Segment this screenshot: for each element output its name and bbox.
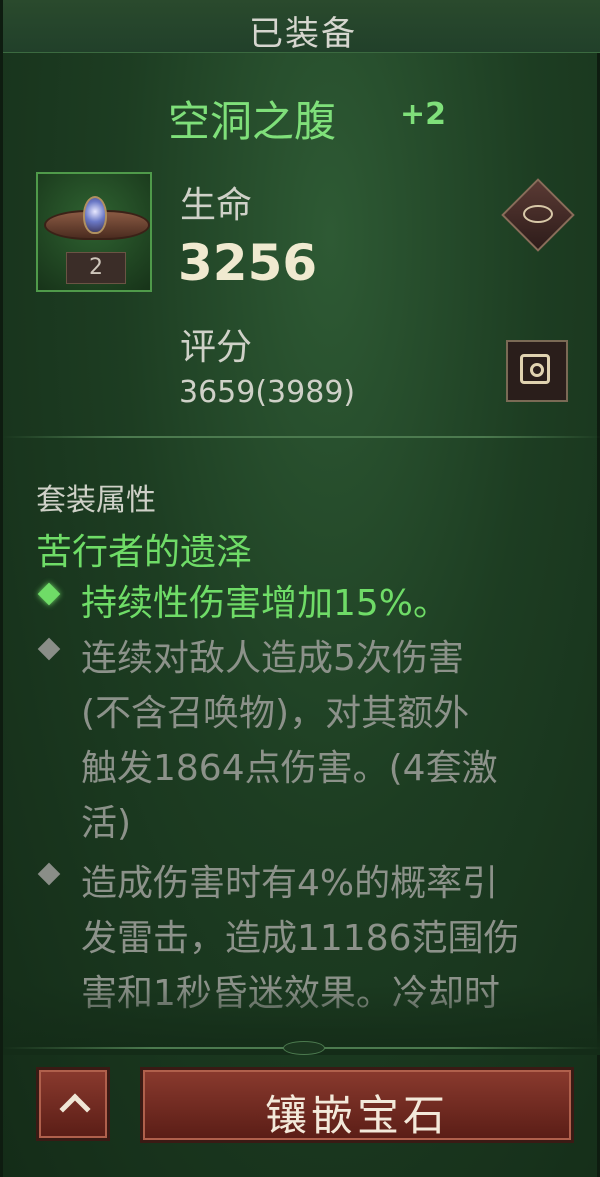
set-bonus-line: 发雷击，造成11186范围伤 xyxy=(81,918,520,959)
inactive-bullet-icon xyxy=(37,637,61,661)
set-bonus-line: 触发1864点伤害。(4套激 xyxy=(81,748,498,789)
equipped-title: 已装备 xyxy=(249,14,357,54)
socket-gem-button[interactable]: 镶嵌宝石 xyxy=(140,1067,574,1143)
set-bonus-line: 活) xyxy=(81,803,132,844)
divider-ornament xyxy=(283,1041,325,1055)
collapse-button[interactable] xyxy=(36,1067,110,1141)
stat-label: 生命 xyxy=(180,185,253,226)
set-bonus-line: 持续性伤害增加15%。 xyxy=(81,583,450,624)
set-attributes-heading: 套装属性 xyxy=(36,483,156,518)
chevron-up-icon xyxy=(59,1093,91,1125)
item-level-badge: 2 xyxy=(66,252,126,284)
score-label: 评分 xyxy=(180,327,253,368)
panel-header: 已装备 xyxy=(3,0,600,54)
inactive-bullet-icon xyxy=(37,862,61,886)
score-value: 3659(3989) xyxy=(179,375,356,410)
stat-value: 3256 xyxy=(178,234,318,292)
set-bonus-line: 连续对敌人造成5次伤害 xyxy=(81,638,464,679)
item-name: 空洞之腹 xyxy=(168,97,337,146)
magnify-lens-icon xyxy=(530,363,544,377)
set-bonus-line: 造成伤害时有4%的概率引 xyxy=(81,863,499,904)
item-tooltip-panel: 已装备 空洞之腹 +2 2 生命 3256 评分 3659(3989) 套装属性… xyxy=(0,0,600,1177)
section-divider xyxy=(3,436,600,438)
gem-icon xyxy=(83,196,107,234)
socket-gem-label: 镶嵌宝石 xyxy=(264,1091,449,1140)
item-icon-frame[interactable]: 2 xyxy=(36,172,152,292)
active-bullet-icon xyxy=(37,582,61,606)
set-name: 苦行者的遗泽 xyxy=(36,532,253,573)
ring-icon xyxy=(523,205,553,223)
item-upgrade-level: +2 xyxy=(400,97,447,132)
set-bonus-line: (不含召唤物)，对其额外 xyxy=(81,693,470,734)
